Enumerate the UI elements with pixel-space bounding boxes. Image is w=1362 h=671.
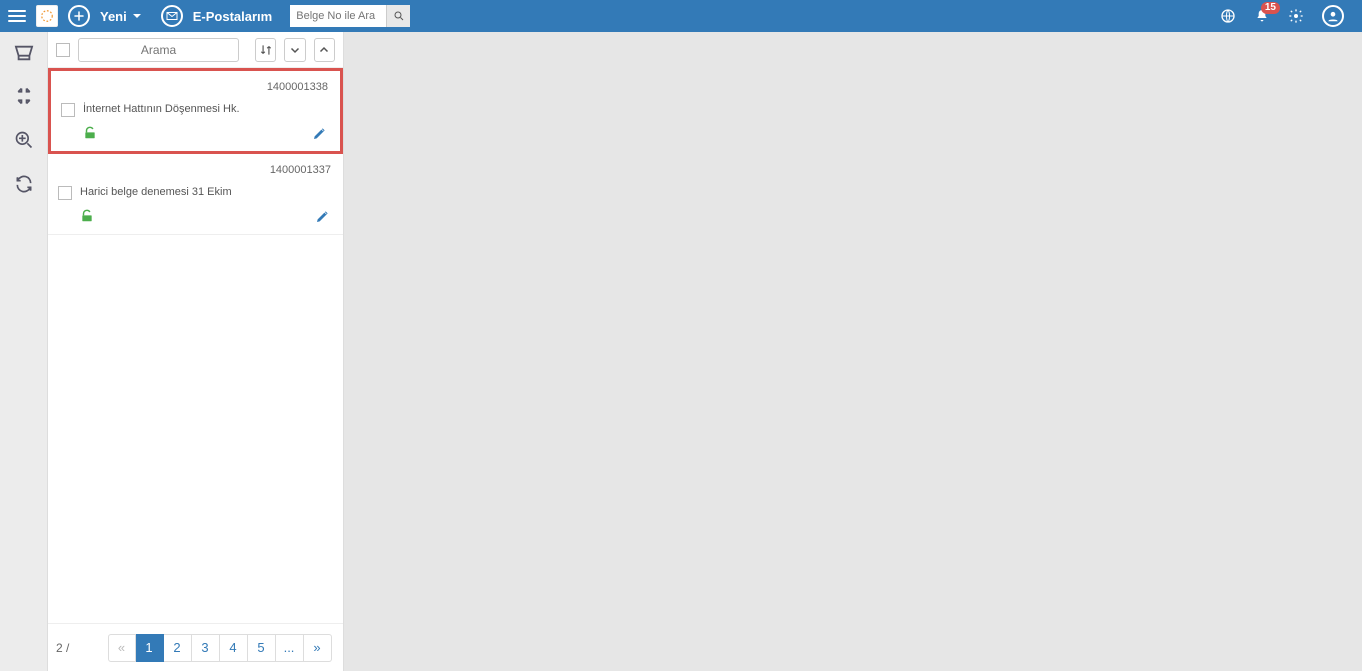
- page-button[interactable]: 1: [136, 634, 164, 662]
- menu-toggle-icon[interactable]: [8, 10, 26, 22]
- list-header: [48, 32, 343, 68]
- unlock-icon: [83, 126, 97, 140]
- notification-badge: 15: [1261, 2, 1280, 14]
- pagination: «12345...»: [108, 634, 332, 662]
- document-checkbox[interactable]: [58, 186, 72, 200]
- page-button[interactable]: 2: [164, 634, 192, 662]
- caret-down-icon: [133, 14, 141, 18]
- search-icon: [393, 10, 405, 22]
- expand-down-button[interactable]: [284, 38, 305, 62]
- document-title: İnternet Hattının Döşenmesi Hk.: [83, 103, 330, 115]
- emails-icon[interactable]: [161, 5, 183, 27]
- left-rail: [0, 32, 48, 671]
- page-button[interactable]: »: [304, 634, 332, 662]
- document-number: 1400001338: [61, 79, 330, 103]
- chevron-up-icon: [318, 44, 330, 56]
- page-button[interactable]: 5: [248, 634, 276, 662]
- notifications-button[interactable]: 15: [1254, 8, 1270, 24]
- top-navbar: Yeni E-Postalarım 15: [0, 0, 1362, 32]
- inbox-icon[interactable]: [13, 44, 35, 62]
- select-all-checkbox[interactable]: [56, 43, 70, 57]
- new-label: Yeni: [100, 9, 127, 24]
- unlock-icon: [80, 209, 94, 223]
- emails-label: E-Postalarım: [193, 9, 272, 24]
- navbar-search: [290, 5, 410, 27]
- app-logo[interactable]: [36, 5, 58, 27]
- new-dropdown[interactable]: Yeni: [100, 9, 141, 24]
- page-button[interactable]: ...: [276, 634, 304, 662]
- refresh-icon[interactable]: [14, 174, 34, 194]
- list-search-input[interactable]: [78, 38, 239, 62]
- zoom-in-icon[interactable]: [14, 130, 34, 150]
- signature-icon: [315, 208, 331, 224]
- chevron-down-icon: [289, 44, 301, 56]
- nav-left: Yeni E-Postalarım: [8, 5, 410, 27]
- document-checkbox[interactable]: [61, 103, 75, 117]
- document-title: Harici belge denemesi 31 Ekim: [80, 186, 333, 198]
- sort-button[interactable]: [255, 38, 276, 62]
- page-button[interactable]: 3: [192, 634, 220, 662]
- collapse-up-button[interactable]: [314, 38, 335, 62]
- signature-icon: [312, 125, 328, 141]
- rail-icons: [0, 32, 47, 194]
- document-item[interactable]: 1400001338İnternet Hattının Döşenmesi Hk…: [48, 68, 343, 154]
- content-area: [344, 32, 1362, 671]
- new-button-icon[interactable]: [68, 5, 90, 27]
- document-number: 1400001337: [58, 162, 333, 186]
- nav-right: 15: [1220, 5, 1354, 27]
- document-list-panel: 1400001338İnternet Hattının Döşenmesi Hk…: [48, 32, 344, 671]
- page-button[interactable]: «: [108, 634, 136, 662]
- document-list: 1400001338İnternet Hattının Döşenmesi Hk…: [48, 68, 343, 623]
- compress-icon[interactable]: [14, 86, 34, 106]
- page-total: 2 /: [56, 641, 96, 655]
- navbar-search-input[interactable]: [290, 5, 386, 27]
- list-footer: 2 / «12345...»: [48, 623, 343, 671]
- globe-icon[interactable]: [1220, 8, 1236, 24]
- user-profile-icon[interactable]: [1322, 5, 1344, 27]
- navbar-search-button[interactable]: [386, 5, 410, 27]
- document-item[interactable]: 1400001337Harici belge denemesi 31 Ekim: [48, 154, 343, 235]
- emails-link[interactable]: E-Postalarım: [193, 9, 272, 24]
- settings-icon[interactable]: [1288, 8, 1304, 24]
- sort-icon: [259, 43, 273, 57]
- page-button[interactable]: 4: [220, 634, 248, 662]
